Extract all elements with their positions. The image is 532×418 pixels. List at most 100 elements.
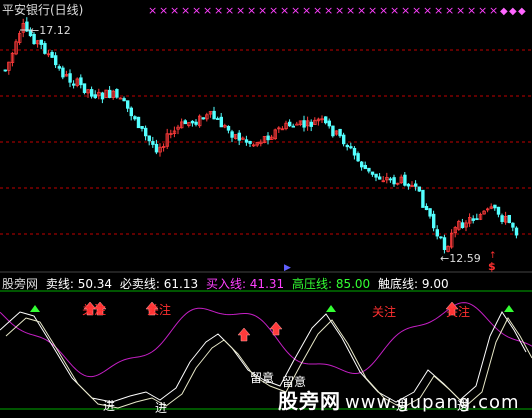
legend-bottom-line: 触底线: 9.00 (378, 277, 449, 291)
candle-body (93, 94, 97, 99)
candle-body (442, 237, 447, 250)
candle-body (126, 100, 130, 109)
candle-body (417, 186, 421, 192)
candle-body (377, 176, 382, 180)
candle-body (129, 107, 133, 117)
candle-body (403, 174, 407, 186)
candle-body (230, 131, 234, 138)
candle-body (39, 39, 43, 45)
candle-body (370, 171, 375, 175)
cross-marker: × (401, 4, 410, 17)
candle-body (471, 218, 475, 221)
cross-marker: × (478, 4, 487, 17)
candle-body (244, 139, 249, 143)
kline-panel: × × × × × × × × × × × × × × × × × × × × × × × × × × × × × × × × ◆ ◆ ◆←17.1… (0, 4, 532, 415)
watermark-url: www.gupang.com (345, 392, 520, 413)
candle-body (136, 116, 141, 129)
candle-body (349, 146, 353, 149)
candle-body (352, 147, 357, 156)
candle-body (413, 183, 418, 187)
candle-body (493, 204, 497, 209)
candle-body (201, 117, 205, 120)
candle-body (507, 214, 511, 224)
candle-body (215, 118, 220, 120)
candle-body (237, 132, 241, 141)
candle-body (475, 218, 479, 221)
legend-buy-line: 买入线: 41.31 (205, 277, 285, 291)
enter-label: 进 (103, 399, 115, 413)
candle-body (183, 120, 187, 125)
candle-body (431, 213, 436, 229)
candle-body (428, 208, 432, 217)
candle-body (338, 128, 342, 137)
signal-arrow-up-icon (269, 321, 283, 336)
candle-body (341, 134, 346, 145)
candle-body (514, 227, 519, 236)
candle-body (82, 83, 87, 93)
candle-body (331, 125, 335, 137)
signal-green-marker-icon (30, 305, 40, 312)
candle-body (194, 121, 198, 125)
candle-body (79, 77, 83, 86)
cross-marker: × (346, 4, 355, 17)
cross-marker: × (181, 4, 190, 17)
legend-high-pressure-line: 高压线: 85.00 (291, 277, 371, 291)
watermark-cn: 股旁网 (278, 389, 341, 413)
watermark: 股旁网 www.gupang.com (278, 385, 520, 414)
legend-name: 股旁网 (2, 277, 39, 291)
cross-marker: × (192, 4, 201, 17)
cross-marker: × (269, 4, 278, 17)
cross-marker: × (291, 4, 300, 17)
cross-marker: × (148, 4, 157, 17)
candle-body (115, 89, 119, 98)
candle-body (90, 89, 94, 97)
cross-marker: × (313, 4, 322, 17)
cross-marker: × (368, 4, 377, 17)
candle-body (392, 177, 396, 185)
period-marker: ▶ (284, 263, 291, 273)
cross-marker: × (357, 4, 366, 17)
cross-marker: × (467, 4, 476, 17)
candle-body (424, 205, 429, 211)
cross-marker: × (335, 4, 344, 17)
signal-s-arrow: ↑ (489, 251, 497, 261)
candle-body (367, 167, 371, 172)
candle-body (147, 135, 151, 142)
candle-body (100, 92, 105, 100)
candle-body (323, 116, 328, 124)
candle-body (327, 120, 331, 127)
candle-body (190, 120, 195, 124)
cross-marker: × (302, 4, 311, 17)
cross-marker: × (280, 4, 289, 17)
candle-body (143, 127, 148, 137)
attention-label: 关注 (446, 304, 470, 319)
candle-body (435, 229, 439, 237)
candle-body (3, 69, 7, 72)
signal-arrow-up-icon (237, 327, 251, 342)
candle-body (363, 164, 367, 170)
attention-label: 关注 (372, 304, 396, 319)
candle-body (421, 189, 425, 208)
candle-body (118, 97, 123, 100)
candle-body (309, 121, 313, 127)
candle-body (219, 116, 223, 128)
enter-label: 进 (155, 401, 167, 415)
cross-marker: ◆ (500, 6, 508, 17)
candle-body (500, 215, 504, 222)
signal-green-marker-icon (326, 305, 336, 312)
cross-marker: × (390, 4, 399, 17)
candle-body (291, 125, 295, 128)
cross-marker: × (379, 4, 388, 17)
chart-title: 平安银行(日线) (2, 3, 84, 17)
candle-body (57, 66, 61, 69)
candle-body (374, 173, 378, 178)
legend-sell-line: 卖线: 50.34 (45, 277, 113, 291)
candle-body (212, 110, 216, 120)
indicator-legend: 股旁网 卖线: 50.34 必卖线: 61.13 买入线: 41.31 高压线:… (2, 275, 449, 292)
cross-marker: × (247, 4, 256, 17)
candle-body (68, 73, 72, 83)
candle-body (43, 43, 47, 54)
candle-body (61, 67, 65, 78)
cross-marker: ◆ (509, 6, 517, 17)
candle-body (50, 51, 54, 58)
